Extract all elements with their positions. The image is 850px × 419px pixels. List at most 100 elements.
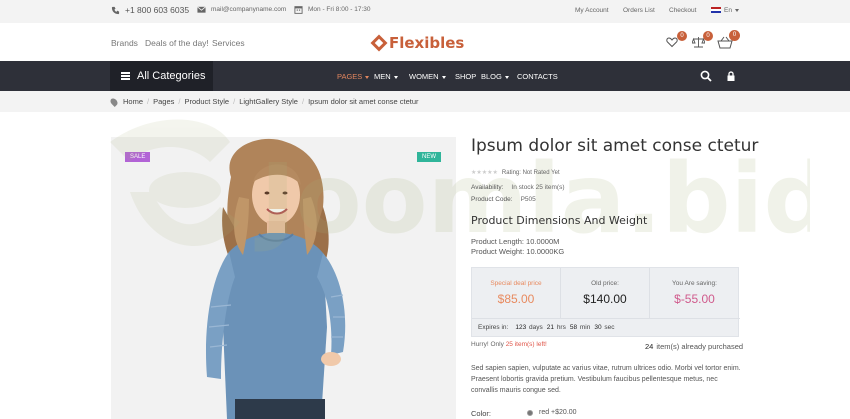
compare-button[interactable]: 0: [691, 31, 713, 50]
calendar-icon: [294, 6, 303, 14]
nav-item-men-label: MEN: [374, 72, 391, 81]
countdown-seconds: 30 sec: [594, 324, 614, 337]
email-contact: mail@companyname.com: [197, 5, 286, 14]
stock-warning: Hurry! Only 25 item(s) left!: [471, 341, 547, 348]
deal-price-label: Special deal price: [490, 280, 542, 287]
lock-icon[interactable]: [725, 70, 737, 82]
language-label: En: [724, 7, 732, 14]
compare-count-badge: 0: [703, 31, 713, 41]
phone-icon: [111, 6, 120, 14]
color-option-value: red +$20.00: [539, 409, 577, 416]
rating-text: Rating: Not Rated Yet: [501, 169, 560, 176]
nav-item-pages[interactable]: PAGES: [337, 72, 370, 81]
breadcrumb-product-style[interactable]: Product Style: [184, 97, 229, 106]
breadcrumb-lightgallery-style[interactable]: LightGallery Style: [239, 97, 298, 106]
nav-item-pages-label: PAGES: [337, 72, 363, 81]
color-option-red[interactable]: red +$20.00: [527, 409, 577, 416]
product-code-label: Product Code:: [471, 196, 513, 203]
cart-button[interactable]: 0: [717, 30, 740, 50]
seconds-value: 30: [594, 324, 602, 331]
phone-contact: +1 800 603 6035: [111, 5, 189, 15]
breadcrumb-pages[interactable]: Pages: [153, 97, 174, 106]
search-icon[interactable]: [700, 70, 712, 82]
language-selector[interactable]: En: [711, 7, 739, 14]
countdown-minutes: 58 min: [570, 324, 591, 337]
rating-stars-icon: ★★★★★: [471, 170, 498, 176]
email-address: mail@companyname.com: [211, 6, 287, 13]
all-categories-button[interactable]: All Categories: [110, 61, 213, 91]
breadcrumb-home[interactable]: Home: [123, 97, 143, 106]
logo-mark-icon: [370, 34, 388, 52]
deal-price-cell: Special deal price $85.00: [472, 268, 561, 318]
product-photo-girl: [205, 138, 346, 419]
nav-item-shop[interactable]: SHOP: [455, 72, 476, 81]
deal-price-value: $85.00: [497, 292, 535, 306]
deals-link[interactable]: Deals of the day!: [145, 38, 209, 48]
chevron-down-icon: [365, 75, 370, 79]
price-box: Special deal price $85.00 Old price: $14…: [471, 267, 740, 337]
breadcrumb-separator: /: [178, 97, 181, 106]
nav-item-women[interactable]: WOMEN: [409, 72, 446, 81]
hurry-count: 25 item(s) left!: [505, 341, 547, 348]
product-length: Product Length: 10.0000M: [471, 237, 560, 246]
saving-label: You Are saving:: [672, 280, 717, 287]
brands-link[interactable]: Brands: [111, 38, 138, 48]
product-gallery[interactable]: SALE NEW: [111, 137, 456, 419]
product-code: Product Code: P505: [471, 196, 536, 203]
phone-number: +1 800 603 6035: [125, 5, 190, 15]
breadcrumb-separator: /: [147, 97, 150, 106]
wishlist-button[interactable]: 0: [666, 31, 687, 50]
countdown-hours: 21 hrs: [547, 324, 566, 337]
heart-icon: [666, 37, 678, 48]
minutes-value: 58: [569, 324, 578, 331]
nav-item-contacts[interactable]: CONTACTS: [517, 72, 558, 81]
envelope-icon: [197, 6, 206, 13]
nav-item-blog[interactable]: BLOG: [481, 72, 509, 81]
availability: Availability: In stock 25 item(s): [471, 184, 565, 191]
purchased-number: 24: [645, 342, 654, 351]
breadcrumb-separator: /: [233, 97, 236, 106]
hours-text: Mon - Fri 8:00 - 17:30: [308, 6, 371, 13]
breadcrumb: Home / Pages / Product Style / LightGall…: [0, 91, 850, 112]
breadcrumb-current: Ipsum dolor sit amet conse ctetur: [308, 97, 419, 106]
availability-label: Availability:: [471, 184, 504, 191]
hours-unit: hrs: [556, 324, 566, 331]
main-nav: All Categories PAGES MEN WOMEN SHOP BLOG…: [0, 61, 850, 91]
checkout-link[interactable]: Checkout: [669, 7, 696, 14]
nav-item-blog-label: BLOG: [481, 72, 502, 81]
cart-count-badge: 0: [729, 30, 740, 41]
hours-value: 21: [546, 324, 554, 331]
header: Brands Deals of the day! Services Flexib…: [0, 23, 850, 61]
old-price-value: $140.00: [583, 292, 627, 306]
radio-button[interactable]: [527, 409, 533, 416]
services-link[interactable]: Services: [212, 38, 245, 48]
old-price-cell: Old price: $140.00: [561, 268, 650, 318]
location-pin-icon: [109, 96, 119, 107]
chevron-down-icon: [734, 8, 739, 12]
availability-value: In stock 25 item(s): [511, 184, 565, 191]
product-title: Ipsum dolor sit amet conse ctetur: [471, 136, 759, 156]
chevron-down-icon: [504, 75, 509, 79]
nav-item-men[interactable]: MEN: [374, 72, 398, 81]
old-price-label: Old price:: [591, 280, 619, 287]
uk-flag-icon: [711, 7, 721, 14]
logo-text: Flexibles: [389, 34, 465, 52]
all-categories-label: All Categories: [137, 70, 206, 82]
nav-item-women-label: WOMEN: [409, 72, 439, 81]
orders-list-link[interactable]: Orders List: [623, 7, 655, 14]
days-unit: days: [529, 324, 543, 331]
wishlist-count-badge: 0: [677, 31, 687, 41]
saving-value: $-55.00: [674, 292, 715, 306]
breadcrumb-separator: /: [301, 97, 305, 106]
countdown-days: 123 days: [515, 324, 542, 337]
product-rating: ★★★★★ Rating: Not Rated Yet: [471, 169, 560, 177]
purchased-text: item(s) already purchased: [656, 342, 744, 351]
site-logo[interactable]: Flexibles: [370, 34, 465, 52]
my-account-link[interactable]: My Account: [575, 7, 609, 14]
product-code-value: P505: [520, 196, 536, 203]
chevron-down-icon: [441, 75, 446, 79]
expires-label: Expires in:: [478, 324, 509, 331]
countdown-timer: Expires in: 123 days 21 hrs 58 min 30 se…: [472, 318, 740, 337]
purchased-count: 24 item(s) already purchased: [645, 342, 743, 351]
top-bar: +1 800 603 6035 mail@companyname.com Mon…: [0, 0, 850, 23]
